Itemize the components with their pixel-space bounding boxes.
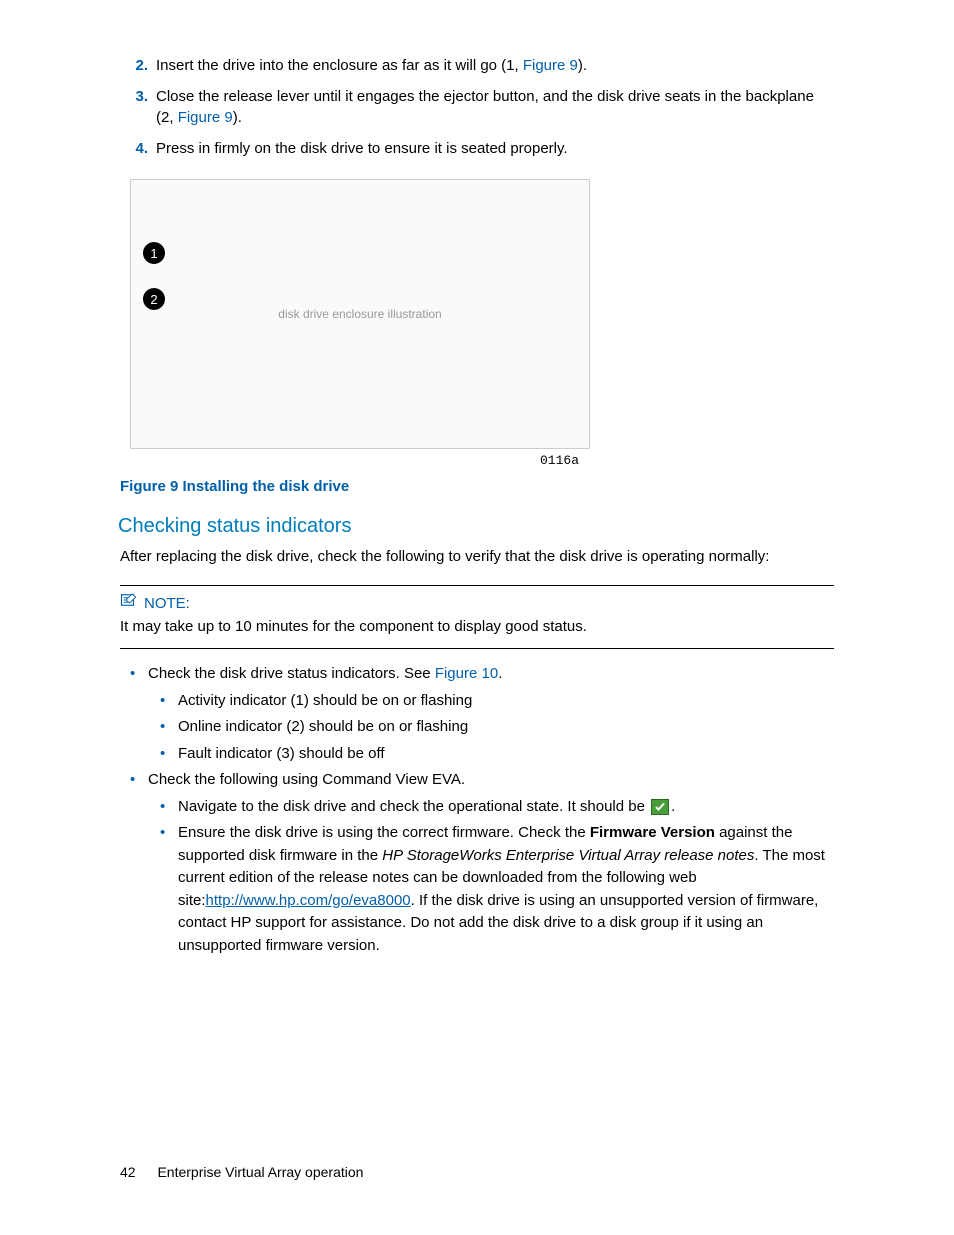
list-item: • Fault indicator (3) should be off: [160, 743, 834, 766]
figure-code: 0116a: [540, 453, 834, 468]
page-footer: 42 Enterprise Virtual Array operation: [120, 1164, 363, 1180]
step-4: 4. Press in firmly on the disk drive to …: [120, 138, 834, 159]
text: Insert the drive into the enclosure as f…: [156, 57, 523, 74]
step-2: 2. Insert the drive into the enclosure a…: [120, 55, 834, 76]
page-number: 42: [120, 1164, 136, 1180]
list-item: • Ensure the disk drive is using the cor…: [160, 822, 834, 957]
list-text: Check the following using Command View E…: [148, 769, 834, 792]
bullet-list: • Check the disk drive status indicators…: [120, 663, 834, 957]
figure-image-placeholder: disk drive enclosure illustration 1 2: [130, 179, 590, 449]
figure-9: disk drive enclosure illustration 1 2 01…: [120, 179, 834, 495]
bullet-icon: •: [160, 716, 178, 739]
note-icon: [120, 592, 138, 616]
step-text: Close the release lever until it engages…: [156, 86, 834, 128]
text: Check the disk drive status indicators. …: [148, 665, 435, 682]
eva8000-url-link[interactable]: http://www.hp.com/go/eva8000: [206, 892, 411, 909]
list-item: • Activity indicator (1) should be on or…: [160, 690, 834, 713]
figure-9-link[interactable]: Figure 9: [523, 57, 578, 74]
text: ).: [578, 57, 587, 74]
note-block: NOTE: It may take up to 10 minutes for t…: [120, 585, 834, 649]
list-item: • Check the disk drive status indicators…: [130, 663, 834, 686]
section-intro: After replacing the disk drive, check th…: [120, 546, 834, 567]
section-heading: Checking status indicators: [118, 515, 834, 538]
bullet-icon: •: [160, 743, 178, 766]
list-item: • Online indicator (2) should be on or f…: [160, 716, 834, 739]
bullet-icon: •: [130, 769, 148, 792]
text: Close the release lever until it engages…: [156, 88, 814, 126]
footer-title: Enterprise Virtual Array operation: [157, 1164, 363, 1180]
bullet-icon: •: [160, 822, 178, 957]
step-3: 3. Close the release lever until it enga…: [120, 86, 834, 128]
firmware-version-label: Firmware Version: [590, 824, 715, 841]
text: .: [498, 665, 502, 682]
text: Ensure the disk drive is using the corre…: [178, 824, 590, 841]
list-item: • Navigate to the disk drive and check t…: [160, 796, 834, 819]
text: ).: [233, 109, 242, 126]
list-text: Fault indicator (3) should be off: [178, 743, 834, 766]
bullet-icon: •: [160, 690, 178, 713]
bullet-icon: •: [160, 796, 178, 819]
list-text: Navigate to the disk drive and check the…: [178, 796, 834, 819]
list-text: Check the disk drive status indicators. …: [148, 663, 834, 686]
list-text: Activity indicator (1) should be on or f…: [178, 690, 834, 713]
placeholder-text: disk drive enclosure illustration: [278, 307, 441, 321]
bullet-icon: •: [130, 663, 148, 686]
list-text: Online indicator (2) should be on or fla…: [178, 716, 834, 739]
note-text: It may take up to 10 minutes for the com…: [120, 616, 834, 639]
check-ok-icon: [651, 799, 669, 815]
callout-1: 1: [143, 242, 165, 264]
note-label: NOTE:: [144, 593, 190, 616]
step-number: 3.: [120, 86, 148, 128]
callout-2: 2: [143, 288, 165, 310]
text: .: [671, 798, 675, 815]
step-number: 4.: [120, 138, 148, 159]
text: Navigate to the disk drive and check the…: [178, 798, 649, 815]
figure-9-link[interactable]: Figure 9: [178, 109, 233, 126]
release-notes-title: HP StorageWorks Enterprise Virtual Array…: [382, 847, 754, 864]
step-text: Insert the drive into the enclosure as f…: [156, 55, 834, 76]
list-item: • Check the following using Command View…: [130, 769, 834, 792]
step-text: Press in firmly on the disk drive to ens…: [156, 138, 834, 159]
step-number: 2.: [120, 55, 148, 76]
figure-caption: Figure 9 Installing the disk drive: [120, 478, 834, 495]
figure-10-link[interactable]: Figure 10: [435, 665, 498, 682]
list-text: Ensure the disk drive is using the corre…: [178, 822, 834, 957]
